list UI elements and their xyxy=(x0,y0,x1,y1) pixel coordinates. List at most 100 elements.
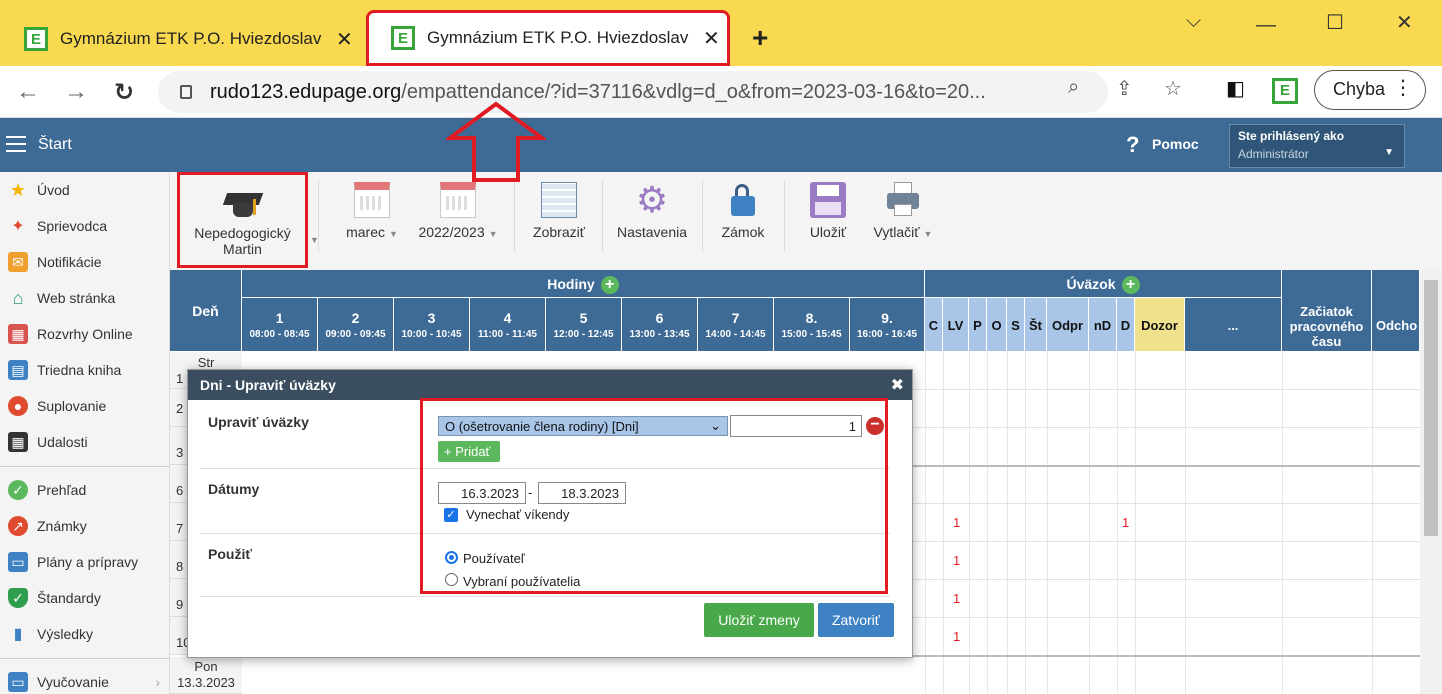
forward-arrow-icon[interactable]: → xyxy=(64,78,88,106)
help-link[interactable]: Pomoc xyxy=(1152,136,1199,152)
profile-error-button[interactable]: Chyba ⋮ xyxy=(1314,70,1426,110)
tab-close-icon[interactable]: ✕ xyxy=(336,27,353,52)
sidebar-item-znamky[interactable]: ↗ Známky xyxy=(0,508,170,544)
month-select-button[interactable]: marec ▼ xyxy=(344,182,400,240)
radio-selected-users[interactable] xyxy=(445,573,458,586)
sidebar-item-rozvrhy[interactable]: ▦ Rozvrhy Online xyxy=(0,316,170,352)
attendance-mark[interactable]: 1 xyxy=(953,629,960,644)
dropdown-caret-icon: ▼ xyxy=(1384,147,1394,158)
show-button[interactable]: Zobraziť xyxy=(528,182,590,240)
sidebar-item-udalosti[interactable]: ▦ Udalosti xyxy=(0,424,170,460)
attendance-mark[interactable]: 1 xyxy=(953,553,960,568)
start-link[interactable]: Štart xyxy=(38,136,72,154)
radio-selected-users-label: Vybraní používatelia xyxy=(463,574,581,589)
help-question-icon[interactable]: ? xyxy=(1126,132,1139,158)
browser-tab-1[interactable]: E Gymnázium ETK P.O. Hviezdoslav ✕ xyxy=(24,12,364,66)
sidebar-item-prehlad[interactable]: ✓ Prehľad xyxy=(0,472,170,508)
save-button[interactable]: Uložiť xyxy=(802,182,854,240)
sidebar-divider xyxy=(0,658,170,659)
attendance-mark[interactable]: 1 xyxy=(1122,515,1129,530)
browser-tab-2-active[interactable]: E Gymnázium ETK P.O. Hviezdoslav ✕ xyxy=(366,10,730,66)
share-icon[interactable]: ⇪ xyxy=(1116,76,1133,101)
person-icon: ● xyxy=(8,396,28,416)
skip-weekends-label: Vynechať víkendy xyxy=(466,507,570,522)
sidebar-item-vyucovanie[interactable]: ▭ Vyučovanie › xyxy=(0,664,170,694)
annotation-up-arrow-icon xyxy=(446,101,546,182)
hour-col-3: 3 10:00 - 10:45 xyxy=(394,298,470,352)
sidebar-item-plany[interactable]: ▭ Plány a prípravy xyxy=(0,544,170,580)
printer-icon xyxy=(885,182,921,218)
uvazok-col-odpr: Odpr xyxy=(1047,298,1089,352)
back-arrow-icon[interactable]: ← xyxy=(16,78,40,106)
url-omnibox[interactable]: rudo123.edupage.org/empattendance/?id=37… xyxy=(158,71,1108,113)
dialog-close-icon[interactable]: ✖ xyxy=(891,375,904,395)
lock-button[interactable]: Zámok xyxy=(718,182,768,240)
attendance-mark[interactable]: 1 xyxy=(953,591,960,606)
grid-scrollbar[interactable] xyxy=(1420,270,1442,694)
hours-group-header: Hodiny + xyxy=(242,270,925,298)
envelope-icon: ✉ xyxy=(8,252,28,272)
uvazok-group-header: Úväzok + xyxy=(925,270,1282,298)
maximize-icon[interactable]: ☐ xyxy=(1326,10,1344,35)
url-text[interactable]: rudo123.edupage.org/empattendance/?id=37… xyxy=(210,81,1050,104)
user-role-select[interactable]: Ste prihlásený ako Administrátor ▼ xyxy=(1229,124,1405,168)
settings-button[interactable]: ⚙ Nastavenia xyxy=(614,182,690,241)
uvazok-col-more[interactable]: ... xyxy=(1185,298,1282,352)
edupage-favicon-icon: E xyxy=(24,27,48,51)
floppy-disk-icon xyxy=(810,182,846,218)
school-year-select-button[interactable]: 2022/2023 ▼ xyxy=(416,182,500,240)
scrollbar-thumb[interactable] xyxy=(1424,280,1438,536)
window-close-icon[interactable]: ✕ xyxy=(1396,10,1413,35)
caret-down-icon: ▼ xyxy=(923,229,933,239)
minimize-icon[interactable]: — xyxy=(1256,14,1276,37)
sidebar-item-sprievodca[interactable]: ✦ Sprievodca xyxy=(0,208,170,244)
lock-icon xyxy=(180,85,192,99)
uvazok-col-nd: nD xyxy=(1089,298,1117,352)
close-dialog-button[interactable]: Zatvoriť xyxy=(818,603,894,637)
add-workload-button[interactable]: + Pridať xyxy=(438,441,500,462)
zoom-magnifier-icon[interactable]: ⌕ xyxy=(1068,76,1079,99)
edupage-extension-icon[interactable]: E xyxy=(1272,78,1298,104)
star-icon: ★ xyxy=(9,179,27,200)
remove-row-minus-icon[interactable]: − xyxy=(866,417,884,435)
hamburger-menu-icon[interactable] xyxy=(6,136,26,152)
date-from-input[interactable]: 16.3.2023 xyxy=(438,482,526,504)
side-panel-icon[interactable]: ◧ xyxy=(1226,76,1245,101)
sidebar-item-uvod[interactable]: ★ Úvod xyxy=(0,172,170,208)
tab-search-chevron-icon[interactable]: ⌵ xyxy=(1186,10,1201,33)
hour-col-4: 4 11:00 - 11:45 xyxy=(470,298,546,352)
save-changes-button[interactable]: Uložiť zmeny xyxy=(704,603,814,637)
workload-type-select[interactable]: O (ošetrovanie člena rodiny) [Dni] ⌄ xyxy=(438,416,728,436)
edupage-favicon-icon: E xyxy=(391,26,415,50)
day-row-label: Pon 13.3.2023 xyxy=(170,657,242,694)
sidebar-item-vysledky[interactable]: ▮ Výsledky xyxy=(0,616,170,652)
sidebar-item-suplovanie[interactable]: ● Suplovanie xyxy=(0,388,170,424)
add-uvazok-plus-icon[interactable]: + xyxy=(1121,276,1140,295)
attendance-mark[interactable]: 1 xyxy=(953,515,960,530)
skip-weekends-checkbox[interactable]: ✓ xyxy=(444,508,458,522)
caret-down-icon: ▼ xyxy=(388,229,398,239)
departure-header: Odcho xyxy=(1372,270,1420,352)
add-hour-plus-icon[interactable]: + xyxy=(600,276,619,295)
sidebar-item-notifikacie[interactable]: ✉ Notifikácie xyxy=(0,244,170,280)
shield-check-icon: ✓ xyxy=(8,588,28,608)
house-icon: ⌂ xyxy=(12,287,24,308)
tab-close-icon[interactable]: ✕ xyxy=(703,26,720,51)
teacher-select-button[interactable]: Nepedogogický Martin ▼ xyxy=(177,172,319,268)
sidebar-item-web[interactable]: ⌂ Web stránka xyxy=(0,280,170,316)
table-grid-icon xyxy=(541,182,577,218)
print-button[interactable]: Vytlačiť ▼ xyxy=(870,182,936,240)
edit-workload-dialog: Dni - Upraviť úväzky ✖ Upraviť úväzky Dá… xyxy=(187,369,913,658)
apply-label: Použiť xyxy=(208,546,253,562)
new-tab-icon[interactable]: + xyxy=(752,22,768,54)
kebab-menu-icon[interactable]: ⋮ xyxy=(1393,75,1413,100)
quantity-input[interactable]: 1 xyxy=(730,415,862,437)
bookmark-star-icon[interactable]: ☆ xyxy=(1164,76,1182,101)
sidebar-item-triedna-kniha[interactable]: ▤ Triedna kniha xyxy=(0,352,170,388)
reload-icon[interactable]: ↻ xyxy=(114,78,134,107)
sidebar-item-standardy[interactable]: ✓ Štandardy xyxy=(0,580,170,616)
date-to-input[interactable]: 18.3.2023 xyxy=(538,482,626,504)
radio-user[interactable] xyxy=(445,551,458,564)
tab-title: Gymnázium ETK P.O. Hviezdoslav xyxy=(60,29,322,48)
sidebar-divider xyxy=(0,466,170,467)
